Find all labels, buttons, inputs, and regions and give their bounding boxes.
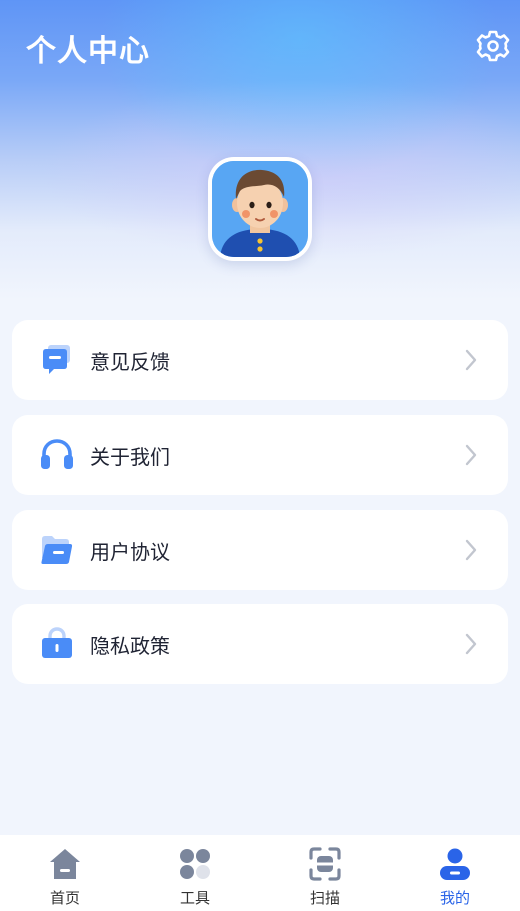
menu-item-about[interactable]: 关于我们	[12, 415, 508, 495]
tab-scan[interactable]: 扫描	[260, 835, 390, 911]
chevron-right-icon	[462, 443, 480, 467]
menu-item-feedback[interactable]: 意见反馈	[12, 320, 508, 400]
lock-icon	[40, 626, 74, 662]
avatar-image	[212, 161, 308, 257]
menu-item-label: 关于我们	[90, 445, 170, 469]
tab-label: 我的	[439, 889, 470, 907]
grid-icon	[179, 847, 211, 881]
tab-mine[interactable]: 我的	[390, 835, 520, 911]
chat-feedback-icon	[40, 342, 74, 378]
menu-item-label: 意见反馈	[90, 350, 170, 374]
chevron-right-icon	[462, 348, 480, 372]
menu-item-label: 用户协议	[90, 540, 170, 564]
settings-gear-icon[interactable]	[476, 29, 510, 63]
avatar[interactable]	[208, 157, 312, 261]
chevron-right-icon	[462, 538, 480, 562]
tab-tools[interactable]: 工具	[130, 835, 260, 911]
page-title: 个人中心	[26, 34, 150, 69]
chevron-right-icon	[462, 632, 480, 656]
tab-label: 扫描	[309, 889, 340, 907]
folder-icon	[40, 532, 74, 568]
home-icon	[49, 847, 81, 881]
scan-icon	[309, 847, 341, 881]
tab-label: 工具	[179, 889, 210, 907]
menu-item-user-agreement[interactable]: 用户协议	[12, 510, 508, 590]
menu-item-label: 隐私政策	[90, 634, 170, 658]
tab-home[interactable]: 首页	[0, 835, 130, 911]
menu-item-privacy-policy[interactable]: 隐私政策	[12, 604, 508, 684]
tab-label: 首页	[49, 889, 80, 907]
user-icon	[439, 847, 471, 881]
headphones-icon	[40, 437, 74, 473]
bottom-tab-bar: 首页 工具 扫描 我的	[0, 835, 520, 911]
